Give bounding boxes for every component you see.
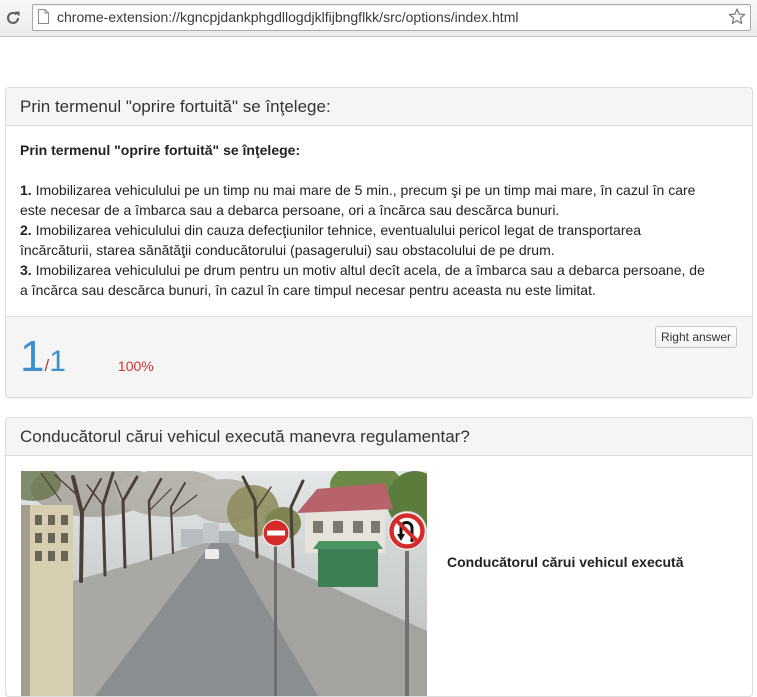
question-title: Conducătorul cărui vehicul execută manev… (6, 418, 752, 456)
address-bar[interactable]: chrome-extension://kgncpjdankphgdllogdjk… (32, 4, 751, 31)
sign-pole (405, 549, 409, 697)
question-text-title: Prin termenul "oprire fortuită" se înţel… (20, 140, 710, 160)
score: 1 / 1 100% (20, 335, 154, 379)
answer-number: 3. (20, 262, 32, 278)
answer-text: Imobilizarea vehiculului din cauza defec… (20, 222, 641, 258)
score-correct: 1 (20, 335, 44, 379)
question-panel: Conducătorul cărui vehicul execută manev… (5, 417, 753, 697)
answer-option-1: 1. Imobilizarea vehiculului pe un timp n… (20, 180, 710, 220)
no-entry-bar (267, 531, 285, 536)
star-icon[interactable] (728, 8, 746, 26)
answer-number: 1. (20, 182, 32, 198)
question-image (21, 471, 427, 697)
spacer (20, 160, 710, 180)
answer-number: 2. (20, 222, 32, 238)
question-footer: 1 / 1 100% Right answer (6, 316, 752, 397)
answer-option-2: 2. Imobilizarea vehiculului din cauza de… (20, 220, 710, 260)
question-body: Conducătorul cărui vehicul execută (6, 456, 752, 696)
question-text: Prin termenul "oprire fortuită" se înţel… (20, 140, 710, 300)
address-bar-url[interactable]: chrome-extension://kgncpjdankphgdllogdjk… (57, 5, 518, 30)
page-icon (38, 9, 49, 24)
score-percent: 100% (118, 359, 154, 373)
car (205, 549, 219, 559)
question-text-title: Conducătorul cărui vehicul execută (447, 552, 684, 572)
right-answer-button[interactable]: Right answer (655, 326, 737, 348)
question-body: Prin termenul "oprire fortuită" se înţel… (6, 126, 752, 316)
question-title: Prin termenul "oprire fortuită" se înţel… (6, 88, 752, 126)
building-left (21, 505, 73, 697)
score-total: 1 (49, 347, 66, 377)
answer-text: Imobilizarea vehiculului pe drum pentru … (20, 262, 705, 298)
browser-toolbar: chrome-extension://kgncpjdankphgdllogdjk… (0, 0, 757, 37)
green-kiosk (313, 541, 383, 587)
question-panel: Prin termenul "oprire fortuită" se înţel… (5, 87, 753, 398)
answer-option-3: 3. Imobilizarea vehiculului pe drum pent… (20, 260, 710, 300)
answer-text: Imobilizarea vehiculului pe un timp nu m… (20, 182, 695, 218)
reload-icon[interactable] (5, 10, 21, 26)
